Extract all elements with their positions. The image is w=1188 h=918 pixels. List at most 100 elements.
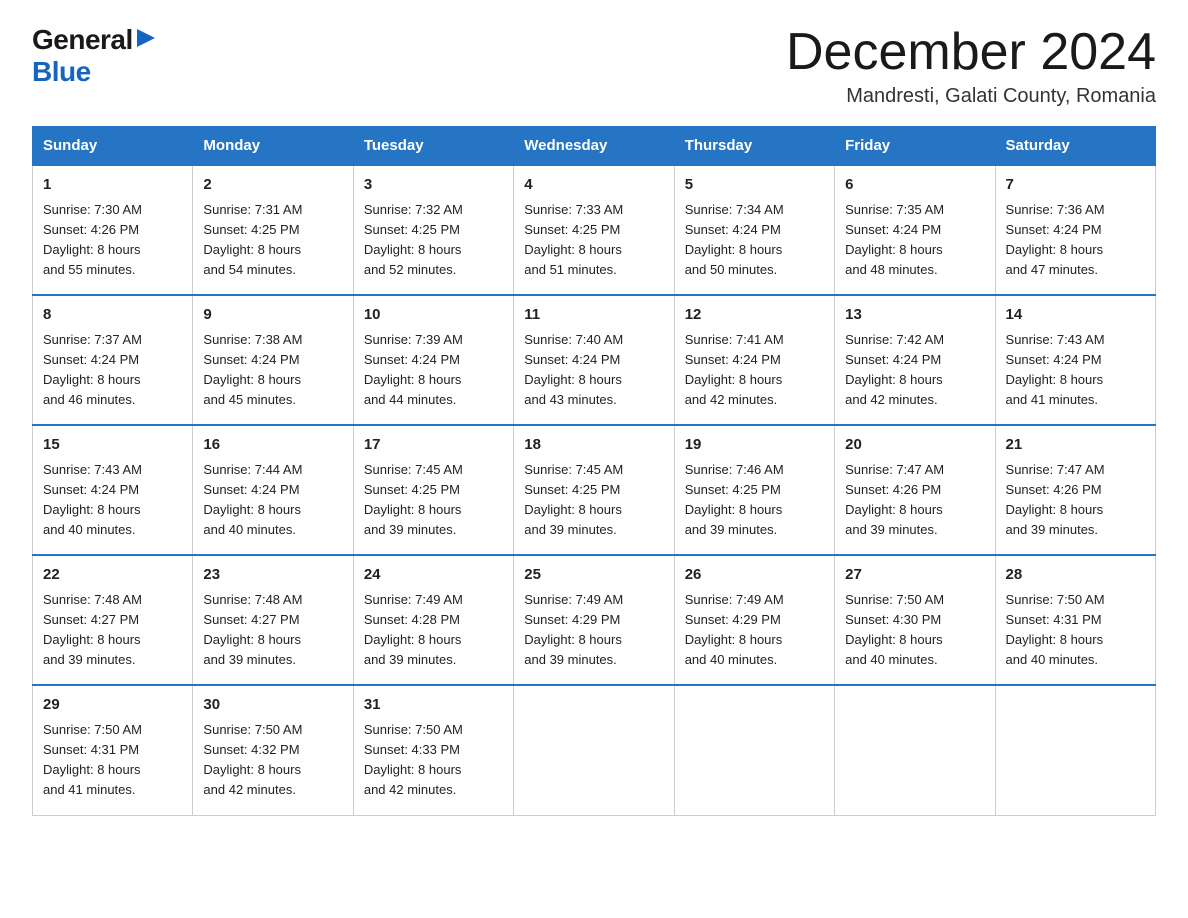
col-header-wednesday: Wednesday	[514, 127, 674, 166]
day-info: Sunrise: 7:35 AMSunset: 4:24 PMDaylight:…	[845, 200, 984, 281]
day-info: Sunrise: 7:44 AMSunset: 4:24 PMDaylight:…	[203, 460, 342, 541]
day-info: Sunrise: 7:42 AMSunset: 4:24 PMDaylight:…	[845, 330, 984, 411]
day-cell-8: 8Sunrise: 7:37 AMSunset: 4:24 PMDaylight…	[33, 295, 193, 425]
day-cell-24: 24 Sunrise: 7:49 AMSunset: 4:28 PMDayligh…	[353, 555, 513, 685]
day-cell-23: 23Sunrise: 7:48 AMSunset: 4:27 PMDayligh…	[193, 555, 353, 685]
day-info: Sunrise: 7:36 AMSunset: 4:24 PMDaylight:…	[1006, 200, 1145, 281]
day-cell-12: 12Sunrise: 7:41 AMSunset: 4:24 PMDayligh…	[674, 295, 834, 425]
day-number: 4	[524, 174, 663, 197]
day-number: 27	[845, 564, 984, 587]
logo: General Blue	[32, 24, 157, 88]
day-cell-19: 19 Sunrise: 7:46 AMSunset: 4:25 PMDayligh…	[674, 425, 834, 555]
day-cell-22: 22 Sunrise: 7:48 AMSunset: 4:27 PMDayligh…	[33, 555, 193, 685]
day-cell-20: 20 Sunrise: 7:47 AMSunset: 4:26 PMDayligh…	[835, 425, 995, 555]
day-number: 2	[203, 174, 342, 197]
day-info: Sunrise: 7:43 AMSunset: 4:24 PMDaylight:…	[1006, 330, 1145, 411]
day-number: 21	[1006, 434, 1145, 457]
day-cell-11: 11 Sunrise: 7:40 AMSunset: 4:24 PMDayligh…	[514, 295, 674, 425]
empty-cell	[835, 685, 995, 815]
day-cell-30: 30Sunrise: 7:50 AMSunset: 4:32 PMDayligh…	[193, 685, 353, 815]
day-info: Sunrise: 7:45 AMSunset: 4:25 PMDaylight:…	[524, 460, 663, 541]
day-cell-17: 17 Sunrise: 7:45 AMSunset: 4:25 PMDayligh…	[353, 425, 513, 555]
day-number: 14	[1006, 304, 1145, 327]
logo-general: General	[32, 24, 133, 56]
day-info: Sunrise: 7:40 AMSunset: 4:24 PMDaylight:…	[524, 330, 663, 411]
day-cell-28: 28 Sunrise: 7:50 AMSunset: 4:31 PMDayligh…	[995, 555, 1155, 685]
day-info: Sunrise: 7:50 AMSunset: 4:32 PMDaylight:…	[203, 720, 342, 801]
week-row-1: 1 Sunrise: 7:30 AMSunset: 4:26 PMDaylight…	[33, 165, 1156, 295]
day-info: Sunrise: 7:47 AMSunset: 4:26 PMDaylight:…	[1006, 460, 1145, 541]
col-header-monday: Monday	[193, 127, 353, 166]
day-info: Sunrise: 7:50 AMSunset: 4:31 PMDaylight:…	[43, 720, 182, 801]
day-info: Sunrise: 7:47 AMSunset: 4:26 PMDaylight:…	[845, 460, 984, 541]
day-info: Sunrise: 7:49 AMSunset: 4:29 PMDaylight:…	[524, 590, 663, 671]
col-header-friday: Friday	[835, 127, 995, 166]
day-number: 15	[43, 434, 182, 457]
day-cell-18: 18 Sunrise: 7:45 AMSunset: 4:25 PMDayligh…	[514, 425, 674, 555]
col-header-saturday: Saturday	[995, 127, 1155, 166]
empty-cell	[514, 685, 674, 815]
day-info: Sunrise: 7:49 AMSunset: 4:28 PMDaylight:…	[364, 590, 503, 671]
day-cell-6: 6 Sunrise: 7:35 AMSunset: 4:24 PMDaylight…	[835, 165, 995, 295]
day-number: 8	[43, 304, 182, 327]
day-info: Sunrise: 7:30 AMSunset: 4:26 PMDaylight:…	[43, 200, 182, 281]
col-header-sunday: Sunday	[33, 127, 193, 166]
week-row-5: 29 Sunrise: 7:50 AMSunset: 4:31 PMDayligh…	[33, 685, 1156, 815]
day-info: Sunrise: 7:41 AMSunset: 4:24 PMDaylight:…	[685, 330, 824, 411]
day-info: Sunrise: 7:48 AMSunset: 4:27 PMDaylight:…	[43, 590, 182, 671]
day-info: Sunrise: 7:38 AMSunset: 4:24 PMDaylight:…	[203, 330, 342, 411]
day-number: 18	[524, 434, 663, 457]
day-cell-27: 27 Sunrise: 7:50 AMSunset: 4:30 PMDayligh…	[835, 555, 995, 685]
col-header-thursday: Thursday	[674, 127, 834, 166]
day-number: 31	[364, 694, 503, 717]
day-number: 5	[685, 174, 824, 197]
day-number: 6	[845, 174, 984, 197]
title-block: December 2024 Mandresti, Galati County, …	[786, 24, 1156, 108]
day-cell-2: 2 Sunrise: 7:31 AMSunset: 4:25 PMDaylight…	[193, 165, 353, 295]
day-cell-14: 14 Sunrise: 7:43 AMSunset: 4:24 PMDayligh…	[995, 295, 1155, 425]
day-info: Sunrise: 7:46 AMSunset: 4:25 PMDaylight:…	[685, 460, 824, 541]
day-cell-10: 10Sunrise: 7:39 AMSunset: 4:24 PMDayligh…	[353, 295, 513, 425]
day-number: 17	[364, 434, 503, 457]
calendar-table: SundayMondayTuesdayWednesdayThursdayFrid…	[32, 126, 1156, 815]
day-cell-1: 1 Sunrise: 7:30 AMSunset: 4:26 PMDaylight…	[33, 165, 193, 295]
day-number: 28	[1006, 564, 1145, 587]
day-number: 19	[685, 434, 824, 457]
day-cell-3: 3Sunrise: 7:32 AMSunset: 4:25 PMDaylight…	[353, 165, 513, 295]
day-info: Sunrise: 7:49 AMSunset: 4:29 PMDaylight:…	[685, 590, 824, 671]
day-info: Sunrise: 7:34 AMSunset: 4:24 PMDaylight:…	[685, 200, 824, 281]
page-header: General Blue December 2024 Mandresti, Ga…	[32, 24, 1156, 108]
day-number: 29	[43, 694, 182, 717]
day-info: Sunrise: 7:31 AMSunset: 4:25 PMDaylight:…	[203, 200, 342, 281]
col-header-tuesday: Tuesday	[353, 127, 513, 166]
day-number: 20	[845, 434, 984, 457]
day-info: Sunrise: 7:50 AMSunset: 4:30 PMDaylight:…	[845, 590, 984, 671]
empty-cell	[674, 685, 834, 815]
day-info: Sunrise: 7:32 AMSunset: 4:25 PMDaylight:…	[364, 200, 503, 281]
day-cell-15: 15Sunrise: 7:43 AMSunset: 4:24 PMDayligh…	[33, 425, 193, 555]
day-cell-16: 16 Sunrise: 7:44 AMSunset: 4:24 PMDayligh…	[193, 425, 353, 555]
logo-arrow-icon	[135, 27, 157, 49]
header-row: SundayMondayTuesdayWednesdayThursdayFrid…	[33, 127, 1156, 166]
day-cell-4: 4Sunrise: 7:33 AMSunset: 4:25 PMDaylight…	[514, 165, 674, 295]
logo-blue: Blue	[32, 56, 91, 87]
title-location: Mandresti, Galati County, Romania	[786, 85, 1156, 108]
day-info: Sunrise: 7:50 AMSunset: 4:33 PMDaylight:…	[364, 720, 503, 801]
day-cell-5: 5 Sunrise: 7:34 AMSunset: 4:24 PMDaylight…	[674, 165, 834, 295]
day-info: Sunrise: 7:39 AMSunset: 4:24 PMDaylight:…	[364, 330, 503, 411]
day-cell-26: 26 Sunrise: 7:49 AMSunset: 4:29 PMDayligh…	[674, 555, 834, 685]
day-cell-31: 31 Sunrise: 7:50 AMSunset: 4:33 PMDayligh…	[353, 685, 513, 815]
day-cell-25: 25Sunrise: 7:49 AMSunset: 4:29 PMDayligh…	[514, 555, 674, 685]
day-number: 7	[1006, 174, 1145, 197]
day-number: 16	[203, 434, 342, 457]
day-number: 22	[43, 564, 182, 587]
day-info: Sunrise: 7:50 AMSunset: 4:31 PMDaylight:…	[1006, 590, 1145, 671]
day-number: 24	[364, 564, 503, 587]
day-number: 1	[43, 174, 182, 197]
day-number: 26	[685, 564, 824, 587]
empty-cell	[995, 685, 1155, 815]
day-number: 9	[203, 304, 342, 327]
day-number: 11	[524, 304, 663, 327]
day-info: Sunrise: 7:45 AMSunset: 4:25 PMDaylight:…	[364, 460, 503, 541]
title-month: December 2024	[786, 24, 1156, 81]
